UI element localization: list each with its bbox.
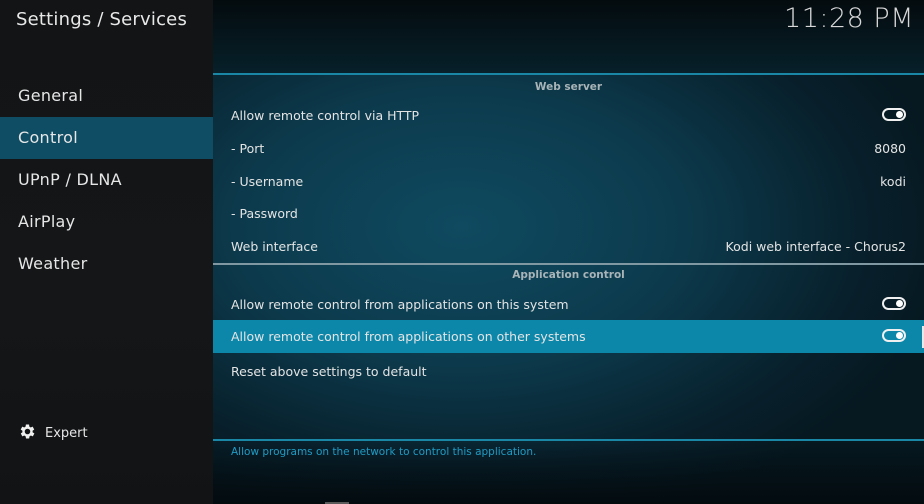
sidebar-item-upnp-dlna[interactable]: UPnP / DLNA [0, 159, 213, 201]
clock: 11:28 PM [784, 3, 914, 34]
sidebar-item-control[interactable]: Control [0, 117, 213, 159]
setting-label: - Password [231, 206, 298, 221]
setting-label: Reset above settings to default [231, 364, 427, 379]
section-divider [213, 263, 924, 265]
setting-password[interactable]: - Password [213, 197, 924, 230]
setting-value: 8080 [874, 141, 906, 156]
setting-label: Allow remote control via HTTP [231, 108, 420, 123]
sidebar-item-general[interactable]: General [0, 75, 213, 117]
setting-web-interface[interactable]: Web interface Kodi web interface - Choru… [213, 230, 924, 263]
expert-label: Expert [45, 426, 88, 441]
page-title: Settings / Services [16, 9, 188, 30]
section-header-application-control: Application control [512, 269, 625, 281]
setting-label: - Username [231, 174, 304, 189]
gear-icon [18, 422, 37, 445]
section-header-web-server: Web server [534, 81, 603, 93]
setting-allow-apps-this-system[interactable]: Allow remote control from applications o… [213, 288, 924, 321]
setting-allow-remote-http[interactable]: Allow remote control via HTTP [213, 99, 924, 132]
setting-label: Allow remote control from applications o… [231, 329, 586, 344]
setting-username[interactable]: - Username kodi [213, 165, 924, 198]
sidebar: Settings / Services General Control UPnP… [0, 0, 213, 504]
toggle-switch-on[interactable] [882, 297, 906, 310]
setting-allow-apps-other-systems[interactable]: Allow remote control from applications o… [213, 320, 924, 353]
help-text: Allow programs on the network to control… [231, 446, 537, 458]
toggle-switch-on[interactable] [882, 108, 906, 121]
setting-label: Web interface [231, 239, 318, 254]
setting-port[interactable]: - Port 8080 [213, 132, 924, 165]
setting-reset-defaults[interactable]: Reset above settings to default [213, 355, 924, 388]
sidebar-item-airplay[interactable]: AirPlay [0, 201, 213, 243]
setting-label: Allow remote control from applications o… [231, 297, 569, 312]
help-divider [213, 439, 924, 441]
toggle-switch-on[interactable] [882, 329, 906, 342]
setting-value: kodi [880, 174, 906, 189]
top-divider [213, 73, 924, 75]
expert-level-button[interactable]: Expert [18, 422, 88, 445]
settings-panel: 11:28 PM Web server Allow remote control… [213, 0, 924, 504]
category-nav: General Control UPnP / DLNA AirPlay Weat… [0, 75, 213, 285]
setting-value: Kodi web interface - Chorus2 [725, 239, 906, 254]
setting-label: - Port [231, 141, 265, 156]
sidebar-item-weather[interactable]: Weather [0, 243, 213, 285]
